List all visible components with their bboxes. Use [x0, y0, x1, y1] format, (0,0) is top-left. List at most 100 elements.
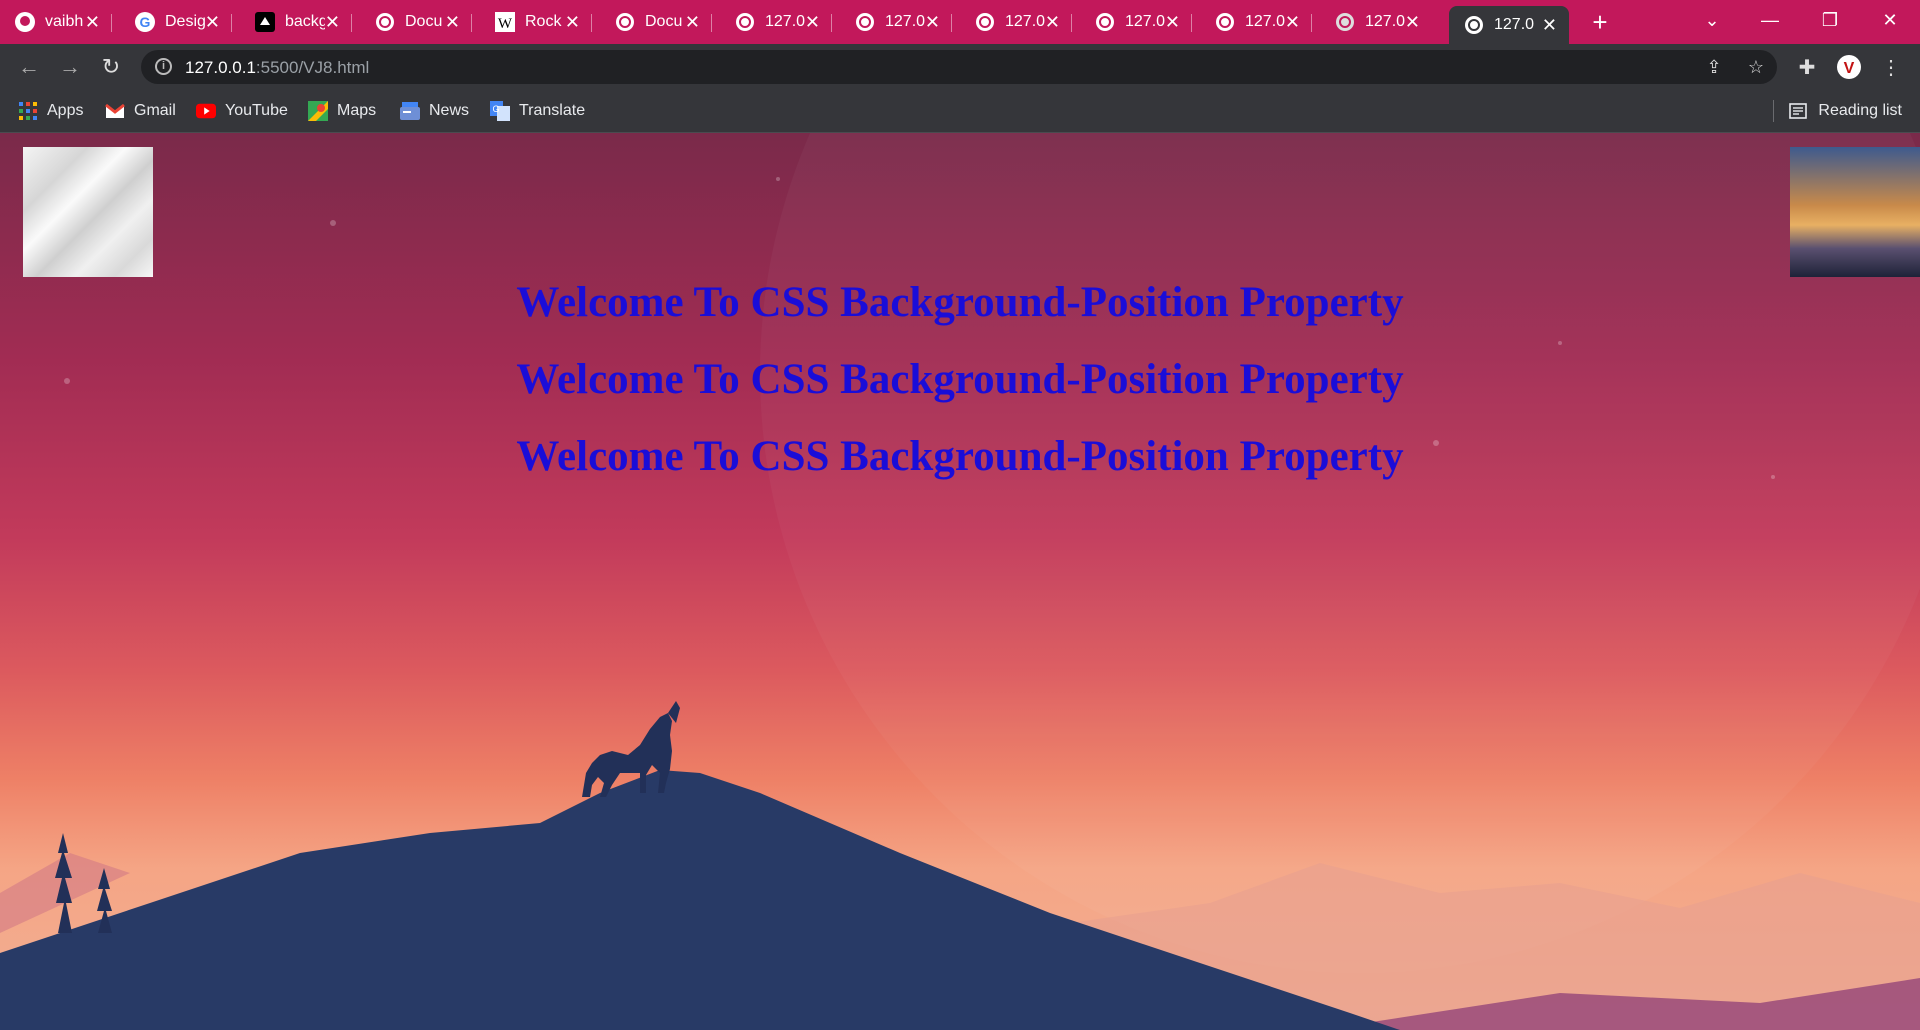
globe-icon	[974, 11, 996, 33]
close-icon[interactable]: ✕	[1285, 12, 1300, 33]
svg-text:V: V	[1844, 60, 1855, 77]
tab[interactable]: W Rock ✕	[480, 6, 592, 38]
tab-title: Docu	[405, 13, 443, 30]
bookmark-news[interactable]: News	[400, 99, 469, 123]
url-text[interactable]: 127.0.0.1:5500/VJ8.html	[185, 58, 369, 78]
forward-icon[interactable]: →	[55, 52, 85, 82]
page-heading: Welcome To CSS Background-Position Prope…	[516, 356, 1404, 403]
address-bar[interactable]: i 127.0.0.1:5500/VJ8.html ⇪ ☆	[141, 50, 1777, 84]
news-icon	[400, 101, 420, 121]
close-icon[interactable]: ✕	[1165, 12, 1180, 33]
close-icon[interactable]: ✕	[1542, 15, 1557, 36]
close-icon[interactable]: ✕	[1045, 12, 1060, 33]
tab-title: 127.0	[1365, 13, 1405, 30]
svg-text:G: G	[492, 104, 499, 114]
tab-strip: vaibh ✕ G Desig ✕ backg ✕ Docu ✕ W Rock …	[0, 0, 1920, 44]
bookmark-label: Gmail	[134, 102, 176, 119]
close-icon[interactable]: ✕	[85, 12, 100, 33]
browser-toolbar: ← → ↻ i 127.0.0.1:5500/VJ8.html ⇪ ☆ ✚ V …	[0, 44, 1920, 90]
globe-icon	[854, 11, 876, 33]
tab-title: Docu	[645, 13, 683, 30]
reading-list-label: Reading list	[1818, 102, 1902, 119]
svg-text:W: W	[498, 16, 513, 32]
close-icon[interactable]: ✕	[445, 12, 460, 33]
svg-text:G: G	[140, 14, 151, 30]
close-icon[interactable]: ✕	[805, 12, 820, 33]
page-heading: Welcome To CSS Background-Position Prope…	[516, 433, 1404, 480]
page-viewport: Welcome To CSS Background-Position Prope…	[0, 133, 1920, 1030]
bookmark-label: Maps	[337, 102, 377, 119]
menu-dots-icon[interactable]: ⋮	[1876, 52, 1906, 82]
page-heading: Welcome To CSS Background-Position Prope…	[516, 279, 1404, 326]
tab[interactable]: Docu ✕	[600, 6, 712, 38]
gmail-icon	[105, 101, 125, 121]
tab[interactable]: Docu ✕	[360, 6, 472, 38]
bookmark-gmail[interactable]: Gmail	[105, 99, 176, 123]
reload-icon[interactable]: ↻	[96, 52, 126, 82]
bookmark-maps[interactable]: Maps	[308, 99, 376, 123]
bookmark-label: Apps	[47, 102, 84, 119]
close-icon[interactable]: ✕	[1405, 12, 1420, 33]
globe-icon	[1214, 11, 1236, 33]
back-icon[interactable]: ←	[14, 52, 44, 82]
window-close-icon[interactable]: ✕	[1860, 0, 1920, 40]
tab-search-icon[interactable]: ⌄	[1682, 0, 1742, 40]
profile-avatar[interactable]: V	[1834, 52, 1864, 82]
site-info-icon[interactable]: i	[155, 58, 172, 75]
bookmark-star-icon[interactable]: ☆	[1745, 56, 1767, 78]
wikipedia-icon: W	[494, 11, 516, 33]
tab-title: 127.0	[1245, 13, 1285, 30]
tab-title: Desig	[165, 13, 205, 30]
tab-title: 127.0	[1125, 13, 1165, 30]
close-icon[interactable]: ✕	[565, 12, 580, 33]
bookmark-translate[interactable]: G Translate	[490, 99, 585, 123]
close-icon[interactable]: ✕	[205, 12, 220, 33]
tab-title: 127.0	[765, 13, 805, 30]
new-tab-button[interactable]: +	[1584, 7, 1616, 37]
close-icon[interactable]: ✕	[925, 12, 940, 33]
tab[interactable]: G Desig ✕	[120, 6, 232, 38]
tab-title: 127.0	[1494, 16, 1534, 33]
wolf-mountain-background	[0, 177, 1920, 1030]
close-icon[interactable]: ✕	[325, 12, 340, 33]
bookmark-label: Translate	[519, 102, 586, 119]
tab[interactable]: vaibh ✕	[0, 6, 112, 38]
globe-icon	[1334, 11, 1356, 33]
tab[interactable]: backg ✕	[240, 6, 352, 38]
tab[interactable]: 127.0 ✕	[720, 6, 832, 38]
maps-icon	[308, 101, 328, 121]
bookmarks-bar: Apps Gmail YouTube Maps News G Translate…	[0, 90, 1920, 133]
tab[interactable]: 127.0 ✕	[1320, 6, 1432, 38]
close-icon[interactable]: ✕	[685, 12, 700, 33]
background-image-right	[1790, 147, 1920, 277]
tab[interactable]: 127.0 ✕	[1200, 6, 1312, 38]
globe-icon	[374, 11, 396, 33]
tab-title: 127.0	[1005, 13, 1045, 30]
share-icon[interactable]: ⇪	[1703, 56, 1725, 78]
tab-title: Rock	[525, 13, 562, 30]
site-icon	[254, 11, 276, 33]
google-icon: G	[134, 11, 156, 33]
tab-active[interactable]: 127.0 ✕	[1449, 6, 1569, 44]
bookmark-label: YouTube	[225, 102, 288, 119]
tab-title: vaibh	[45, 13, 84, 30]
github-icon	[14, 11, 36, 33]
translate-icon: G	[490, 101, 510, 121]
reading-list-icon	[1788, 101, 1808, 121]
minimize-icon[interactable]: —	[1740, 0, 1800, 40]
tab-title: 127.0	[885, 13, 925, 30]
tab[interactable]: 127.0 ✕	[840, 6, 952, 38]
bookmark-apps[interactable]: Apps	[18, 99, 83, 123]
extensions-icon[interactable]: ✚	[1792, 52, 1822, 82]
tab[interactable]: 127.0 ✕	[1080, 6, 1192, 38]
reading-list-button[interactable]: Reading list	[1773, 99, 1902, 123]
restore-icon[interactable]: ❐	[1800, 0, 1860, 40]
globe-icon	[734, 11, 756, 33]
globe-icon	[1094, 11, 1116, 33]
tab[interactable]: 127.0 ✕	[960, 6, 1072, 38]
globe-icon	[614, 11, 636, 33]
globe-icon	[1463, 14, 1485, 36]
bookmark-label: News	[429, 102, 470, 119]
apps-grid-icon	[18, 101, 38, 121]
bookmark-youtube[interactable]: YouTube	[196, 99, 288, 123]
